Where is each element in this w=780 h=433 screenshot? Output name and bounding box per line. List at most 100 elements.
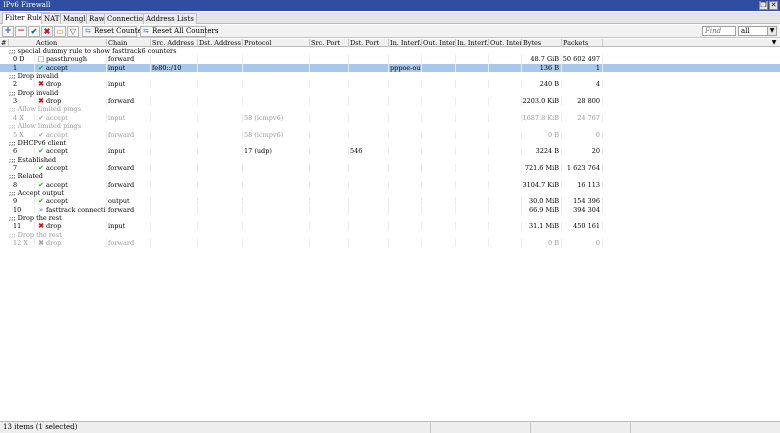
rule-chain: forward xyxy=(107,163,151,172)
rule-src-address xyxy=(151,239,198,248)
rule-dst-port xyxy=(349,63,389,72)
rule-comment: ;;; DHCPv6 client xyxy=(9,138,67,147)
rule-protocol xyxy=(243,239,310,248)
rule-packets: 450 161 xyxy=(562,222,603,231)
rule-action-label: drop xyxy=(46,80,62,89)
rule-out-interface-list xyxy=(489,197,522,206)
rule-dst-address xyxy=(198,205,243,214)
rule-chain: input xyxy=(107,80,151,89)
rule-in-interface-list xyxy=(456,63,489,72)
rule-src-address xyxy=(151,163,198,172)
col-header-packets[interactable]: Packets xyxy=(562,39,603,47)
reset-counters-button[interactable]: ⇆ Reset Counters xyxy=(82,26,149,37)
rule-action: » fasttrack connection xyxy=(35,205,107,214)
rule-packets: 1 xyxy=(562,63,603,72)
col-header-action[interactable]: Action xyxy=(35,39,107,47)
close-window-button[interactable]: ✕ xyxy=(769,1,778,10)
col-header-in-interface-list[interactable]: In. Interf... xyxy=(456,39,489,47)
add-rule-button[interactable]: + xyxy=(2,26,14,37)
rule-out-interface-list xyxy=(489,239,522,248)
rule-src-port xyxy=(310,97,349,106)
rule-dst-address xyxy=(198,80,243,89)
disable-rule-button[interactable]: ✖ xyxy=(41,26,53,37)
rule-out-interface xyxy=(422,205,456,214)
rule-bytes: 721.6 MiB xyxy=(522,163,562,172)
tab-address-lists[interactable]: Address Lists xyxy=(143,13,197,24)
rule-comment-row[interactable]: ;;; Drop invalid xyxy=(0,72,780,80)
rule-dst-port xyxy=(349,222,389,231)
col-header-src-port[interactable]: Src. Port xyxy=(310,39,349,47)
rule-row[interactable]: 9 ✔ accept output 30.0 MiB 154 396 xyxy=(0,197,780,206)
rule-comment-row[interactable]: ;;; Allow limited pings xyxy=(0,122,780,130)
rule-out-interface xyxy=(422,55,456,64)
rule-comment-row[interactable]: ;;; special dummy rule to show fasttrack… xyxy=(0,47,780,55)
col-header-chain[interactable]: Chain xyxy=(107,39,151,47)
rule-in-interface xyxy=(389,205,422,214)
rules-table: ;;; special dummy rule to show fasttrack… xyxy=(0,47,780,420)
filter-button[interactable]: ▽ xyxy=(67,26,79,37)
rule-comment-row[interactable]: ;;; Drop invalid xyxy=(0,89,780,97)
rule-action-label: drop xyxy=(46,97,62,106)
rule-row[interactable]: 12 X ✖ drop forward 0 B0 xyxy=(0,239,780,248)
rule-src-address xyxy=(151,130,198,139)
column-menu-icon[interactable]: ▼ xyxy=(770,39,778,47)
rule-dst-address xyxy=(198,113,243,122)
status-bar: 13 items (1 selected) xyxy=(0,421,780,433)
rule-src-port xyxy=(310,163,349,172)
rule-row[interactable]: 11 ✖ drop input 31.1 MiB 450 161 xyxy=(0,222,780,231)
col-header-bytes[interactable]: Bytes xyxy=(522,39,562,47)
rule-row[interactable]: 4 X ✔ accept input 58 (icmpv6) 1687.8 KiB 24 7… xyxy=(0,113,780,122)
rule-protocol xyxy=(243,63,310,72)
rule-dst-address xyxy=(198,147,243,156)
title-bar[interactable]: IPv6 Firewall ❐ ✕ xyxy=(0,0,780,11)
rule-chain: forward xyxy=(107,180,151,189)
rule-row[interactable]: 3 ✖ drop forward 2203.0 KiB 28 800 xyxy=(0,97,780,106)
rule-dst-port: 546 xyxy=(349,147,389,156)
find-input[interactable] xyxy=(702,26,736,36)
comment-button[interactable]: ▭ xyxy=(54,26,66,37)
rule-comment-row[interactable]: ;;; Allow limited pings xyxy=(0,105,780,113)
rule-action: ✔ accept xyxy=(35,163,107,172)
scope-select[interactable]: all ▼ xyxy=(738,26,777,36)
rule-row[interactable]: 0 D □ passthrough forward 48.7 GiB 50 602 497 xyxy=(0,55,780,64)
rule-row[interactable]: 1✔acceptinputfe80::/10pppoe-out1136 B1 xyxy=(0,63,780,73)
rule-row[interactable]: 7 ✔ accept forward 721.6 MiB 1 623 764 xyxy=(0,163,780,172)
rule-bytes: 48.7 GiB xyxy=(522,55,562,64)
rule-chain: input xyxy=(107,113,151,122)
col-header-dst-port[interactable]: Dst. Port xyxy=(349,39,389,47)
rule-out-interface xyxy=(422,147,456,156)
col-header-dst-address[interactable]: Dst. Address xyxy=(198,39,243,47)
rule-comment-row[interactable]: ;;; Accept output xyxy=(0,189,780,197)
rule-comment-row[interactable]: ;;; Drop the rest xyxy=(0,231,780,239)
rule-comment: ;;; Drop the rest xyxy=(9,214,62,222)
rule-row[interactable]: 5 X ✔ accept forward 58 (icmpv6) 0 B0 xyxy=(0,130,780,139)
window-title: IPv6 Firewall xyxy=(3,1,51,9)
col-header-out-interface[interactable]: Out. Inter... xyxy=(422,39,456,47)
col-header-src-address[interactable]: Src. Address xyxy=(151,39,198,47)
rule-out-interface-list xyxy=(489,55,522,64)
rule-in-interface xyxy=(389,80,422,89)
rule-comment-row[interactable]: ;;; DHCPv6 client xyxy=(0,139,780,147)
col-header-in-interface[interactable]: In. Interf... xyxy=(389,39,422,47)
rule-row[interactable]: 10» fasttrack connection forward 66.9 MiB 39… xyxy=(0,205,780,214)
rule-packets: 394 304 xyxy=(562,205,603,214)
col-header-protocol[interactable]: Protocol xyxy=(243,39,310,47)
rule-comment-row[interactable]: ;;; Established xyxy=(0,156,780,164)
rule-out-interface-list xyxy=(489,113,522,122)
funnel-icon: ▽ xyxy=(69,26,77,36)
rule-row[interactable]: 8 ✔ accept forward 3104.7 KiB 16 113 xyxy=(0,180,780,189)
rule-comment: ;;; Drop invalid xyxy=(9,72,59,81)
col-header-number[interactable]: # xyxy=(0,39,9,47)
restore-window-button[interactable]: ❐ xyxy=(759,1,768,10)
rule-number: 5 X xyxy=(0,130,35,139)
enable-rule-button[interactable]: ✔ xyxy=(28,26,40,37)
rule-in-interface: pppoe-out1 xyxy=(390,63,422,72)
remove-rule-button[interactable]: − xyxy=(15,26,27,37)
rule-comment-row[interactable]: ;;; Drop the rest xyxy=(0,214,780,222)
rule-row[interactable]: 6 ✔ accept input 17 (udp) 546 3224 B 20 xyxy=(0,147,780,156)
rule-row[interactable]: 2 ✖ drop input 240 B4 xyxy=(0,80,780,89)
reset-all-counters-button[interactable]: ⇆ Reset All Counters xyxy=(140,26,218,37)
rule-src-port xyxy=(310,205,349,214)
rule-comment-row[interactable]: ;;; Related xyxy=(0,172,780,180)
col-header-out-interface-list[interactable]: Out. Inter... xyxy=(489,39,522,47)
